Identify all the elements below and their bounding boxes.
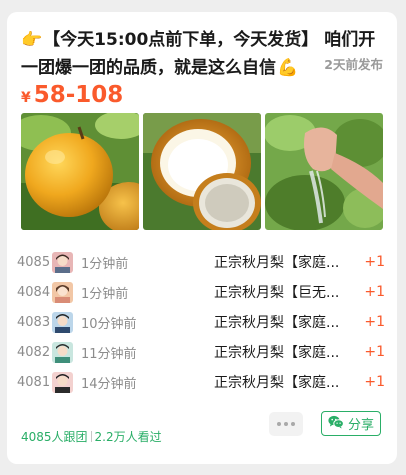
avatar bbox=[52, 251, 73, 273]
order-row[interactable]: 4083 10分钟前 正宗秋月梨【家庭... +1 bbox=[17, 307, 387, 337]
avatar bbox=[52, 371, 73, 393]
order-row[interactable]: 4081 14分钟前 正宗秋月梨【家庭... +1 bbox=[17, 367, 387, 397]
group-stats: 4085人跟团 2.2万人看过 bbox=[21, 428, 162, 445]
order-quantity: +1 bbox=[364, 284, 385, 300]
viewers-count: 2.2万人看过 bbox=[94, 430, 162, 444]
more-button[interactable] bbox=[269, 412, 303, 436]
order-time: 14分钟前 bbox=[81, 376, 137, 392]
order-quantity: +1 bbox=[364, 254, 385, 270]
order-product: 正宗秋月梨【巨无... bbox=[214, 285, 340, 301]
group-buy-card[interactable]: 👉【今天15:00点前下单，今天发货】 咱们开一团爆一团的品质，就是这么自信💪 … bbox=[7, 12, 397, 464]
followers-count: 4085人跟团 bbox=[21, 430, 88, 444]
order-time: 10分钟前 bbox=[81, 316, 137, 332]
order-time: 1分钟前 bbox=[81, 286, 129, 302]
more-dot-icon bbox=[284, 422, 288, 426]
share-button[interactable]: 分享 bbox=[321, 411, 381, 436]
order-quantity: +1 bbox=[364, 344, 385, 360]
order-number: 4084 bbox=[17, 284, 51, 300]
photo-cut-pear[interactable] bbox=[143, 113, 261, 230]
order-product: 正宗秋月梨【家庭... bbox=[214, 345, 340, 361]
avatar bbox=[52, 341, 73, 363]
recent-orders-list: 4085 1分钟前 正宗秋月梨【家庭... +1 4084 1分钟前 正宗秋月梨… bbox=[17, 247, 387, 397]
order-number: 4082 bbox=[17, 344, 51, 360]
wechat-icon bbox=[328, 415, 344, 433]
order-number: 4081 bbox=[17, 374, 51, 390]
more-dot-icon bbox=[291, 422, 295, 426]
photo-hand-squeeze[interactable] bbox=[265, 113, 383, 230]
order-row[interactable]: 4082 11分钟前 正宗秋月梨【家庭... +1 bbox=[17, 337, 387, 367]
order-row[interactable]: 4084 1分钟前 正宗秋月梨【巨无... +1 bbox=[17, 277, 387, 307]
divider bbox=[90, 431, 92, 442]
share-label: 分享 bbox=[347, 418, 374, 433]
order-time: 11分钟前 bbox=[81, 346, 137, 362]
price-currency: ¥ bbox=[21, 90, 31, 106]
photo-gallery bbox=[21, 113, 383, 230]
order-number: 4085 bbox=[17, 254, 51, 270]
posted-time: 2天前发布 bbox=[300, 54, 383, 73]
backhand-index-pointing-right-icon: 👉 bbox=[21, 30, 43, 50]
order-product: 正宗秋月梨【家庭... bbox=[214, 375, 340, 391]
order-quantity: +1 bbox=[364, 314, 385, 330]
order-product: 正宗秋月梨【家庭... bbox=[214, 315, 340, 331]
order-row[interactable]: 4085 1分钟前 正宗秋月梨【家庭... +1 bbox=[17, 247, 387, 277]
price-amount: 58-108 bbox=[33, 82, 124, 108]
price-range: ¥ 58-108 bbox=[21, 82, 123, 108]
order-quantity: +1 bbox=[364, 374, 385, 390]
avatar bbox=[52, 281, 73, 303]
photo-whole-pears[interactable] bbox=[21, 113, 139, 230]
avatar bbox=[52, 311, 73, 333]
more-dot-icon bbox=[277, 422, 281, 426]
order-number: 4083 bbox=[17, 314, 51, 330]
order-product: 正宗秋月梨【家庭... bbox=[214, 255, 340, 271]
order-time: 1分钟前 bbox=[81, 256, 129, 272]
flexed-biceps-icon: 💪 bbox=[277, 58, 299, 78]
